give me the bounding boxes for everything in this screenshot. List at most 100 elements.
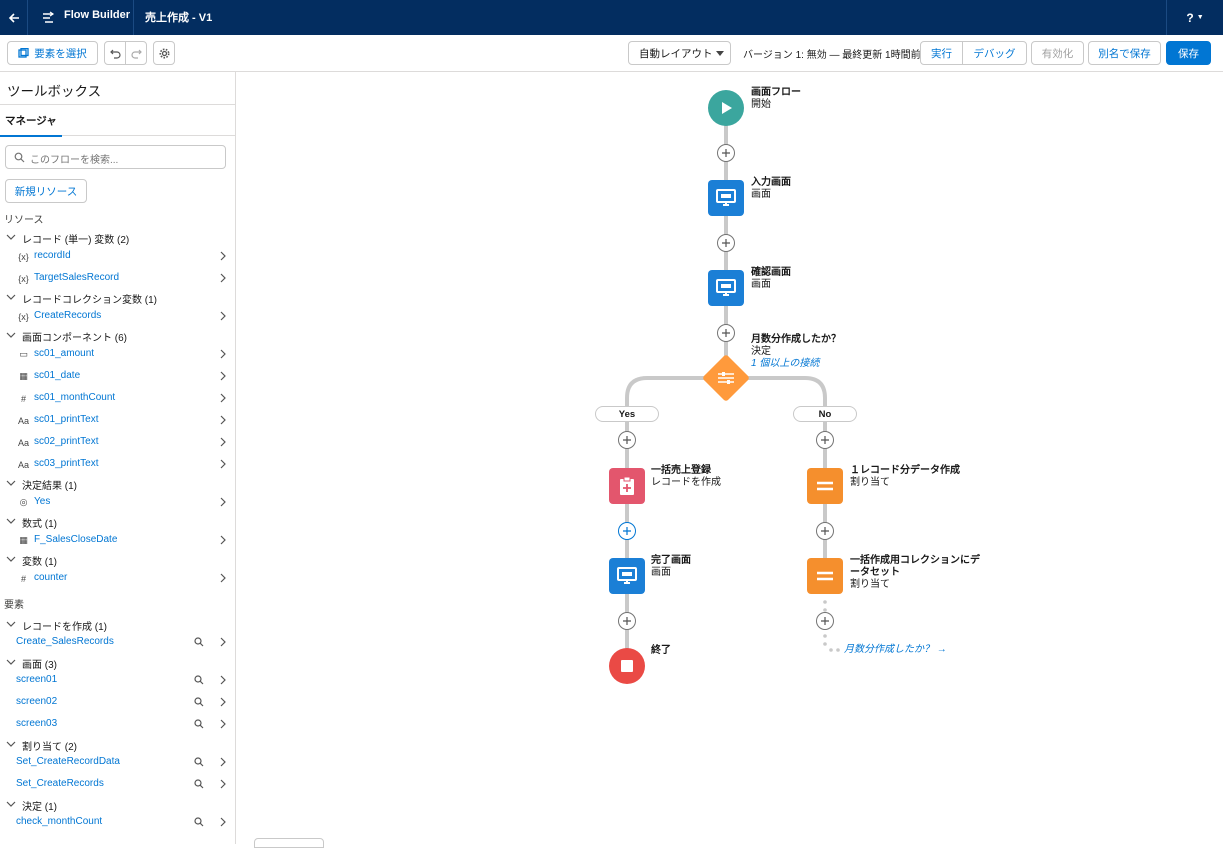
end-node[interactable] — [609, 648, 645, 684]
collection-set-assignment-node[interactable] — [807, 558, 843, 594]
element-group-header[interactable]: レコードを作成 (1) — [0, 615, 235, 635]
start-node[interactable] — [708, 90, 744, 126]
element-item[interactable]: screen02 — [0, 693, 235, 713]
decision-connections-link[interactable]: 1 個以上の接続 — [751, 358, 819, 369]
chevron-down-icon — [6, 799, 16, 812]
debug-button[interactable]: デバッグ — [962, 41, 1027, 65]
add-element-button[interactable] — [816, 612, 834, 630]
collection-set-title-1: 一括作成用コレクションにデ — [850, 555, 980, 566]
group-label: 数式 (1) — [22, 519, 57, 530]
add-element-button[interactable] — [717, 234, 735, 252]
search-icon[interactable] — [194, 817, 204, 830]
text-icon: Aa — [17, 437, 29, 448]
search-icon[interactable] — [194, 719, 204, 732]
confirm-screen-node[interactable] — [708, 270, 744, 306]
element-name: Set_CreateRecordData — [16, 756, 120, 767]
layout-select[interactable]: 自動レイアウト — [628, 41, 731, 65]
chevron-right-icon — [218, 497, 228, 510]
search-icon[interactable] — [194, 757, 204, 770]
decision-title: 月数分作成したか？ — [751, 334, 841, 345]
add-element-button[interactable] — [816, 431, 834, 449]
resource-item[interactable]: Aa sc01_printText — [0, 411, 235, 431]
resource-item[interactable]: # sc01_monthCount — [0, 389, 235, 409]
resource-item[interactable]: Aa sc02_printText — [0, 433, 235, 453]
complete-screen-node[interactable] — [609, 558, 645, 594]
resource-name: sc01_monthCount — [34, 392, 116, 403]
chevron-right-icon — [218, 459, 228, 472]
help-menu-button[interactable]: ? ▼ — [1166, 0, 1223, 35]
play-icon — [722, 102, 732, 114]
undo-icon — [109, 49, 121, 59]
add-element-button[interactable] — [618, 612, 636, 630]
element-group-header[interactable]: 割り当て (2) — [0, 735, 235, 755]
resource-item[interactable]: ▦ sc01_date — [0, 367, 235, 387]
resource-group-header[interactable]: 画面コンポーネント (6) — [0, 326, 235, 346]
resource-name: sc03_printText — [34, 458, 99, 469]
flow-builder-logo-icon — [36, 0, 60, 35]
add-element-button[interactable] — [717, 144, 735, 162]
start-node-sub: 開始 — [751, 99, 771, 110]
add-element-button[interactable] — [618, 431, 636, 449]
element-item[interactable]: Set_CreateRecords — [0, 775, 235, 795]
zoom-controls[interactable] — [254, 838, 324, 848]
resource-item[interactable]: ▭ sc01_amount — [0, 345, 235, 365]
chevron-right-icon — [218, 697, 228, 710]
element-item[interactable]: Set_CreateRecordData — [0, 753, 235, 773]
undo-button[interactable] — [104, 41, 126, 65]
resource-item[interactable]: # counter — [0, 569, 235, 589]
save-button[interactable]: 保存 — [1166, 41, 1211, 65]
save-as-button[interactable]: 別名で保存 — [1088, 41, 1161, 65]
chevron-right-icon — [218, 349, 228, 362]
loop-back-link[interactable]: 月数分作成したか？ → — [844, 644, 947, 656]
search-icon[interactable] — [194, 637, 204, 650]
resource-group-header[interactable]: 数式 (1) — [0, 512, 235, 532]
element-item[interactable]: screen01 — [0, 671, 235, 691]
element-group-header[interactable]: 画面 (3) — [0, 653, 235, 673]
chevron-right-icon — [218, 393, 228, 406]
add-element-button[interactable] — [717, 324, 735, 342]
resource-group-header[interactable]: 変数 (1) — [0, 550, 235, 570]
version-info: バージョン 1: 無効 — 最終更新 1時間前 — [743, 50, 921, 61]
elements-header: 要素 — [4, 600, 24, 611]
element-item[interactable]: screen03 — [0, 715, 235, 735]
text-icon: Aa — [17, 415, 29, 426]
search-icon[interactable] — [194, 779, 204, 792]
resource-group-header[interactable]: レコードコレクション変数 (1) — [0, 288, 235, 308]
search-icon[interactable] — [194, 675, 204, 688]
bulk-create-node[interactable] — [609, 468, 645, 504]
run-button[interactable]: 実行 — [920, 41, 963, 65]
add-element-button[interactable] — [816, 522, 834, 540]
one-record-assignment-node[interactable] — [807, 468, 843, 504]
element-item[interactable]: check_monthCount — [0, 813, 235, 833]
resource-item[interactable]: ▦ F_SalesCloseDate — [0, 531, 235, 551]
flow-canvas[interactable]: 画面フロー 開始 入力画面 画面 確認画面 画面 月数分作成したか？ 決定 1 … — [237, 72, 1223, 844]
search-icon[interactable] — [194, 697, 204, 710]
activate-button[interactable]: 有効化 — [1031, 41, 1084, 65]
element-item[interactable]: Create_SalesRecords — [0, 633, 235, 653]
redo-button[interactable] — [125, 41, 147, 65]
resource-name: recordId — [34, 250, 71, 261]
input-screen-label: 入力画面 画面 — [751, 177, 791, 201]
resource-group-header[interactable]: 決定結果 (1) — [0, 474, 235, 494]
chevron-right-icon — [218, 273, 228, 286]
search-input[interactable]: このフローを検索... — [5, 145, 226, 169]
resource-item[interactable]: {x} TargetSalesRecord — [0, 269, 235, 289]
resource-group-header[interactable]: レコード (単一) 変数 (2) — [0, 228, 235, 248]
element-group-header[interactable]: 決定 (1) — [0, 795, 235, 815]
layout-select-value: 自動レイアウト — [639, 47, 713, 60]
add-element-button[interactable] — [618, 522, 636, 540]
element-name: screen01 — [16, 674, 58, 685]
resource-item[interactable]: ◎ Yes — [0, 493, 235, 513]
stop-icon — [621, 660, 633, 672]
plus-icon — [821, 436, 829, 444]
resource-item[interactable]: {x} CreateRecords — [0, 307, 235, 327]
resource-name: sc01_date — [34, 370, 81, 381]
resource-item[interactable]: {x} recordId — [0, 247, 235, 267]
tab-manager[interactable]: マネージャ — [0, 105, 62, 137]
new-resource-button[interactable]: 新規リソース — [5, 179, 87, 203]
resource-item[interactable]: Aa sc03_printText — [0, 455, 235, 475]
select-elements-button[interactable]: 要素を選択 — [7, 41, 98, 65]
settings-button[interactable] — [153, 41, 175, 65]
back-button[interactable] — [0, 0, 28, 35]
input-screen-node[interactable] — [708, 180, 744, 216]
